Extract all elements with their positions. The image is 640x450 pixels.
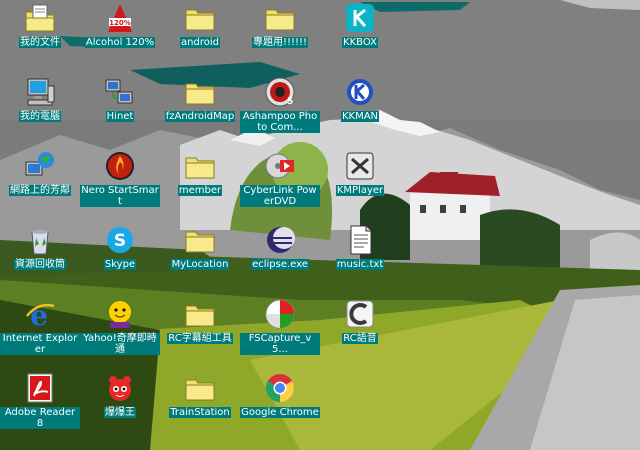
desktop-shortcut[interactable]: RC字幕組工具 [160,298,240,372]
desktop-shortcut-label: Ashampoo Photo Com... [240,111,320,133]
desktop-shortcut[interactable]: Yahoo!奇摩即時通 [80,298,160,372]
network-computer-icon [104,76,136,108]
desktop-shortcut[interactable]: Hinet [80,76,160,150]
desktop-shortcut[interactable]: android [160,2,240,76]
desktop-shortcut[interactable]: Google Chrome [240,372,320,446]
desktop-shortcut-label: Adobe Reader 8 [0,407,80,429]
desktop-shortcut[interactable]: 爆爆王 [80,372,160,446]
svg-text:S: S [114,231,126,251]
desktop-shortcut-label: Internet Explorer [0,333,80,355]
desktop-shortcut[interactable]: S Skype [80,224,160,298]
game-character-icon [104,372,136,404]
network-globe-icon [24,150,56,182]
desktop-shortcut[interactable]: 專題用!!!!!! [240,2,320,76]
desktop-shortcut[interactable]: FSCapture_v5... [240,298,320,372]
desktop-shortcut[interactable]: member [160,150,240,224]
desktop-shortcut-label: 網路上的芳鄰 [9,185,71,196]
desktop-shortcut-label: 我的電腦 [19,111,61,122]
desktop-shortcut[interactable]: eclipse.exe [240,224,320,298]
desktop-shortcut-label: KMPlayer [335,185,385,196]
skype-icon: S [104,224,136,256]
folder-icon [184,150,216,182]
desktop-shortcut[interactable]: 120% Alcohol 120% [80,2,160,76]
folder-icon [264,2,296,34]
desktop-shortcut[interactable]: CyberLink PowerDVD [240,150,320,224]
desktop-shortcut[interactable]: KKBOX [320,2,400,76]
desktop-shortcut-label: eclipse.exe [251,259,309,270]
kmplayer-icon [344,150,376,182]
desktop-shortcut[interactable]: e Internet Explorer [0,298,80,372]
desktop-shortcut-label: FSCapture_v5... [240,333,320,355]
fscapture-icon [264,298,296,330]
desktop-shortcut[interactable]: KMPlayer [320,150,400,224]
desktop-shortcut-label: Yahoo!奇摩即時通 [80,333,160,355]
desktop-shortcut-label: fzAndroidMap [164,111,236,122]
desktop-shortcut-label: RC語音 [342,333,378,344]
desktop-shortcut[interactable]: TrainStation [160,372,240,446]
folder-icon [184,224,216,256]
desktop: 我的文件 120% Alcohol 120% android 專題用!!!!!! KKBO… [0,0,640,450]
my-computer-icon [24,76,56,108]
internet-explorer-icon: e [24,298,56,330]
desktop-shortcut-label: KKMAN [340,111,380,122]
powerdvd-icon [264,150,296,182]
desktop-shortcut[interactable]: 網路上的芳鄰 [0,150,80,224]
rc-voice-icon [344,298,376,330]
svg-text:e: e [30,299,48,330]
my-documents-icon [24,2,56,34]
desktop-shortcut[interactable]: 我的電腦 [0,76,80,150]
alcohol-icon: 120% [104,2,136,34]
svg-text:120%: 120% [109,19,131,27]
text-file-icon [344,224,376,256]
desktop-shortcut-label: 資源回收筒 [14,259,66,270]
desktop-shortcut[interactable]: 5 Ashampoo Photo Com... [240,76,320,150]
desktop-shortcut-label: Hinet [105,111,135,122]
folder-icon [184,2,216,34]
adobe-reader-icon [24,372,56,404]
svg-text:5: 5 [287,97,293,107]
desktop-shortcut-label: member [177,185,223,196]
desktop-shortcut-label: 爆爆王 [104,407,136,418]
desktop-shortcut-label: music.txt [335,259,385,270]
desktop-shortcut[interactable]: 資源回收筒 [0,224,80,298]
desktop-shortcut-label: Skype [103,259,137,270]
desktop-shortcut-label: RC字幕組工具 [167,333,233,344]
desktop-shortcut[interactable]: KKMAN [320,76,400,150]
chrome-icon [264,372,296,404]
desktop-shortcut[interactable]: 我的文件 [0,2,80,76]
recycle-bin-icon [24,224,56,256]
kkbox-icon [344,2,376,34]
desktop-shortcut-label: TrainStation [169,407,231,418]
desktop-shortcut-label: Nero StartSmart [80,185,160,207]
desktop-shortcut-label: MyLocation [170,259,230,270]
desktop-shortcut-label: Alcohol 120% [84,37,156,48]
desktop-shortcut-label: KKBOX [342,37,378,48]
folder-icon [184,76,216,108]
desktop-shortcut-label: 我的文件 [19,37,61,48]
desktop-shortcut-label: android [180,37,220,48]
ashampoo-icon: 5 [264,76,296,108]
kkman-icon [344,76,376,108]
desktop-shortcut[interactable]: Adobe Reader 8 [0,372,80,446]
desktop-shortcut[interactable]: fzAndroidMap [160,76,240,150]
nero-icon [104,150,136,182]
desktop-shortcut-label: CyberLink PowerDVD [240,185,320,207]
desktop-shortcut[interactable]: RC語音 [320,298,400,372]
desktop-shortcut-label: 專題用!!!!!! [251,37,309,48]
folder-icon [184,372,216,404]
folder-icon [184,298,216,330]
desktop-shortcut[interactable]: music.txt [320,224,400,298]
desktop-shortcut[interactable]: Nero StartSmart [80,150,160,224]
yahoo-messenger-icon [104,298,136,330]
desktop-shortcut-label: Google Chrome [240,407,320,418]
eclipse-icon [264,224,296,256]
desktop-shortcut[interactable]: MyLocation [160,224,240,298]
